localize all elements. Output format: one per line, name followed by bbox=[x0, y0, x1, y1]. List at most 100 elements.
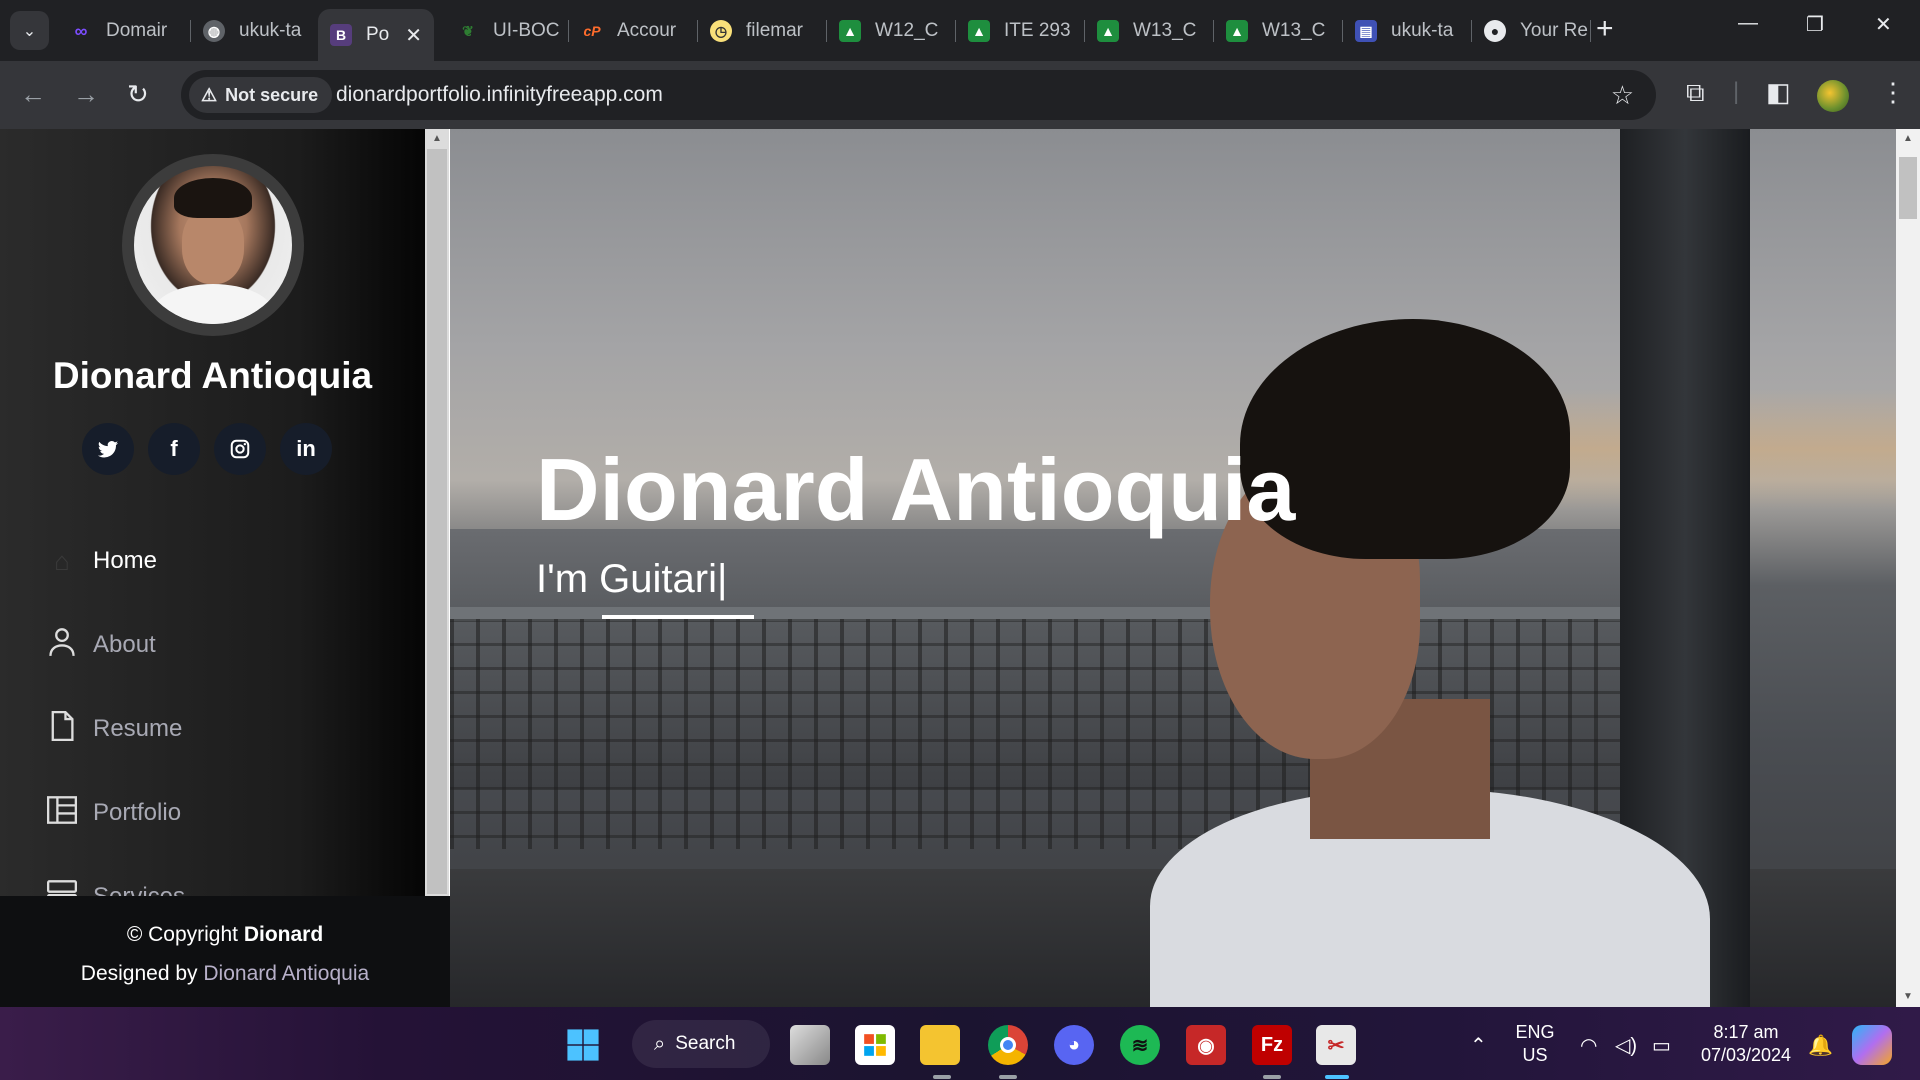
tab[interactable]: ● Your Re bbox=[1472, 9, 1590, 53]
bootstrap-icon: B bbox=[330, 24, 352, 46]
warning-icon: ⚠ bbox=[201, 84, 218, 105]
instagram-icon[interactable] bbox=[214, 423, 266, 475]
forward-icon[interactable]: → bbox=[73, 79, 99, 109]
portfolio-icon bbox=[46, 795, 78, 831]
twitter-icon[interactable] bbox=[82, 423, 134, 475]
clock-date: 07/03/2024 bbox=[1700, 1045, 1792, 1065]
discord-icon[interactable]: ◕ bbox=[1054, 1025, 1094, 1065]
nav-home[interactable]: ⌂ Home bbox=[46, 541, 157, 581]
tab-active[interactable]: B Po ✕ bbox=[318, 9, 434, 61]
menu-kebab-icon[interactable]: ⋮ bbox=[1880, 77, 1906, 107]
designed-by-prefix: Designed by bbox=[80, 962, 198, 985]
tab-label: W13_C bbox=[1133, 20, 1197, 41]
sidebar-scrollbar[interactable]: ▲ bbox=[425, 129, 449, 896]
avatar-hair bbox=[174, 178, 252, 218]
copyright-line: © Copyright Dionard bbox=[0, 923, 450, 947]
clock[interactable]: 8:17 am 07/03/2024 bbox=[1696, 1021, 1796, 1067]
leaf-icon: ❦ bbox=[462, 22, 474, 39]
wifi-icon[interactable]: ◠ bbox=[1580, 1033, 1597, 1058]
scroll-up-arrow-icon[interactable]: ▲ bbox=[1903, 133, 1913, 144]
security-label: Not secure bbox=[225, 84, 319, 105]
tab[interactable]: ▲ ITE 293 bbox=[956, 9, 1084, 53]
language-indicator[interactable]: ENG US bbox=[1515, 1021, 1555, 1067]
site-info-chip[interactable]: ⚠ Not secure bbox=[189, 77, 333, 113]
tab-label: Your Re bbox=[1520, 20, 1588, 41]
tab[interactable]: ▲ W13_C bbox=[1214, 9, 1342, 53]
task-view-icon[interactable] bbox=[790, 1025, 830, 1065]
scroll-down-arrow-icon[interactable]: ▼ bbox=[1903, 991, 1913, 1002]
copyright-name: Dionard bbox=[243, 923, 324, 946]
linkedin-icon[interactable]: in bbox=[280, 423, 332, 475]
tab[interactable]: ∞ Domair bbox=[58, 9, 190, 53]
minimize-icon[interactable]: — bbox=[1738, 12, 1758, 35]
language-line2: US bbox=[1522, 1045, 1548, 1065]
scrollbar-thumb[interactable] bbox=[427, 149, 447, 894]
tab-search-button[interactable]: ⌄ bbox=[10, 11, 49, 50]
classroom-icon: ▲ bbox=[1226, 20, 1248, 42]
back-icon[interactable]: ← bbox=[20, 79, 46, 109]
extensions-icon[interactable]: ⧉ bbox=[1686, 77, 1705, 107]
restore-icon[interactable]: ❐ bbox=[1806, 12, 1824, 37]
close-window-icon[interactable]: ✕ bbox=[1875, 12, 1892, 37]
facebook-icon[interactable]: f bbox=[148, 423, 200, 475]
home-icon: ⌂ bbox=[54, 545, 70, 576]
nav-resume[interactable]: Resume bbox=[46, 709, 182, 749]
tab[interactable]: ▲ W13_C bbox=[1085, 9, 1213, 53]
reload-icon[interactable]: ↻ bbox=[127, 79, 149, 109]
tab[interactable]: cP Accour bbox=[569, 9, 697, 53]
tab[interactable]: ❦ UI-BOC bbox=[445, 9, 567, 53]
file-icon bbox=[46, 710, 78, 748]
page-scrollbar[interactable]: ▲ ▼ bbox=[1896, 129, 1920, 1007]
nav-portfolio[interactable]: Portfolio bbox=[46, 793, 181, 833]
nav-label: Portfolio bbox=[93, 799, 182, 826]
profile-avatar[interactable] bbox=[1817, 80, 1849, 112]
hero-typed-subtitle: I'm Guitari| bbox=[536, 557, 728, 601]
bookmark-star-icon[interactable]: ☆ bbox=[1611, 80, 1634, 111]
tab-label: W13_C bbox=[1262, 20, 1326, 41]
toolbar-divider: | bbox=[1733, 78, 1740, 105]
nav-label: About bbox=[93, 631, 156, 658]
url-text[interactable]: dionardportfolio.infinityfreeapp.com bbox=[336, 83, 663, 107]
screen-recorder-icon[interactable]: ◉ bbox=[1186, 1025, 1226, 1065]
snipping-tool-icon[interactable]: ✂ bbox=[1316, 1025, 1356, 1065]
tab-label: Accour bbox=[617, 20, 677, 41]
battery-icon[interactable]: ▭ bbox=[1652, 1033, 1671, 1058]
address-bar[interactable]: ⚠ Not secure dionardportfolio.infinityfr… bbox=[181, 70, 1656, 120]
tab-label: Domair bbox=[106, 20, 168, 41]
new-tab-button[interactable]: + bbox=[1596, 14, 1614, 44]
chevron-up-icon[interactable]: ⌃ bbox=[1470, 1033, 1487, 1058]
hero-section: Dionard Antioquia I'm Guitari| bbox=[450, 129, 1896, 1007]
close-tab-icon[interactable]: ✕ bbox=[405, 23, 422, 48]
spotify-icon[interactable]: ≋ bbox=[1120, 1025, 1160, 1065]
side-panel-icon[interactable]: ◧ bbox=[1766, 77, 1791, 107]
app-running-indicator bbox=[933, 1075, 951, 1079]
file-explorer-icon[interactable] bbox=[920, 1025, 960, 1065]
volume-icon[interactable]: ◁) bbox=[1615, 1033, 1637, 1058]
sidebar-footer: © Copyright Dionard Designed by Dionard … bbox=[0, 896, 450, 1007]
person-icon bbox=[46, 627, 78, 664]
social-links: f in bbox=[82, 423, 332, 475]
scrollbar-thumb[interactable] bbox=[1899, 157, 1917, 219]
taskbar-search[interactable]: ⌕ Search bbox=[632, 1020, 770, 1068]
scroll-up-arrow-icon[interactable]: ▲ bbox=[432, 133, 442, 144]
infinity-icon: ∞ bbox=[74, 20, 88, 41]
tab-label: filemar bbox=[746, 20, 804, 41]
tab[interactable]: ▤ ukuk-ta bbox=[1343, 9, 1471, 53]
designer-link[interactable]: Dionard Antioquia bbox=[203, 962, 369, 985]
tab[interactable]: ▲ W12_C bbox=[827, 9, 955, 53]
chrome-icon[interactable] bbox=[988, 1025, 1028, 1065]
microsoft-store-icon[interactable] bbox=[855, 1025, 895, 1065]
copilot-icon[interactable] bbox=[1852, 1025, 1892, 1065]
tab-label: UI-BOC bbox=[493, 20, 560, 41]
tab[interactable]: ◍ ukuk-ta bbox=[191, 9, 319, 53]
clock-time: 8:17 am bbox=[1713, 1022, 1779, 1042]
tab[interactable]: ◷ filemar bbox=[698, 9, 826, 53]
nav-label: Home bbox=[93, 547, 158, 574]
nav-about[interactable]: About bbox=[46, 625, 156, 665]
notification-bell-icon[interactable]: 🔔 bbox=[1808, 1033, 1833, 1058]
filezilla-icon[interactable]: Fz bbox=[1252, 1025, 1292, 1065]
start-windows-icon[interactable] bbox=[563, 1025, 603, 1065]
app-running-indicator bbox=[999, 1075, 1017, 1079]
classroom-icon: ▲ bbox=[968, 20, 990, 42]
browser-tab-strip: ⌄ ∞ Domair ◍ ukuk-ta B Po ✕ ❦ UI-BOC cP … bbox=[0, 0, 1920, 61]
